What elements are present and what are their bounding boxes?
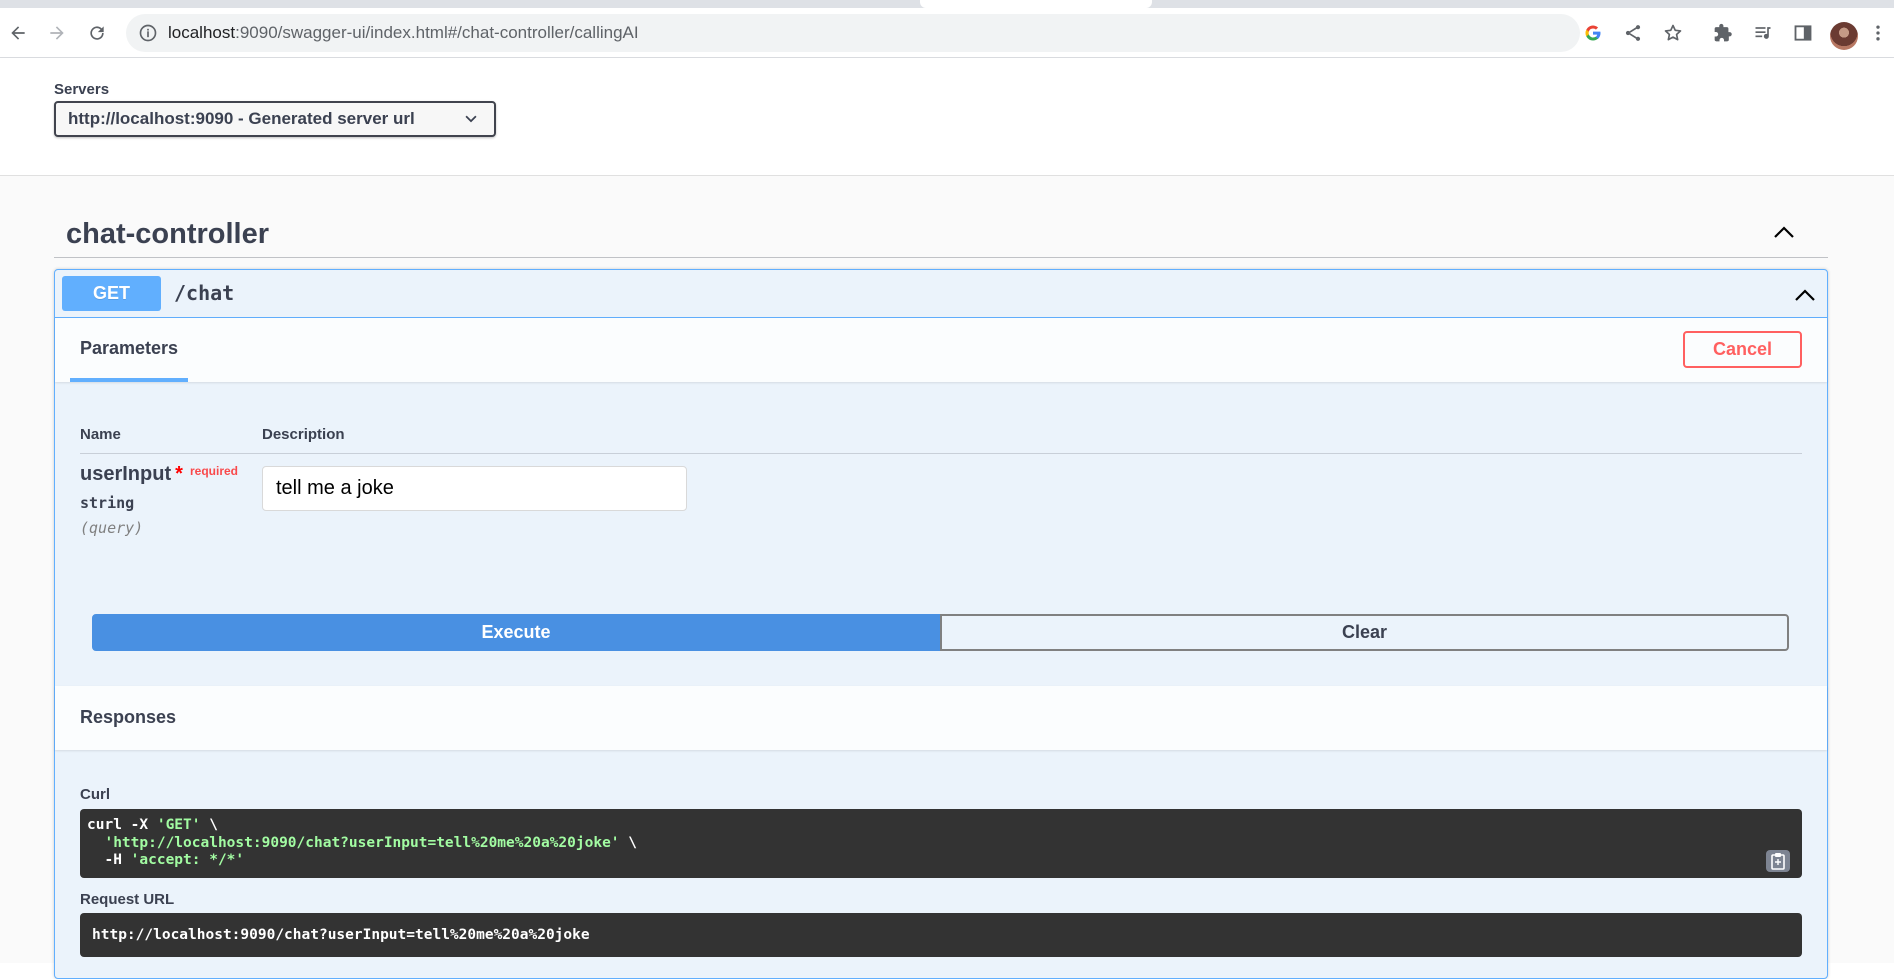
forward-button[interactable]	[42, 18, 72, 48]
swagger-body: chat-controller GET /chat Parameters Can…	[0, 176, 1894, 979]
request-url-label: Request URL	[80, 891, 175, 908]
chevron-up-icon[interactable]	[1772, 220, 1796, 244]
curl-continuation: \	[619, 834, 637, 851]
parameter-type: string	[80, 494, 135, 512]
address-bar[interactable]: localhost:9090/swagger-ui/index.html#/ch…	[126, 14, 1580, 52]
responses-title: Responses	[80, 707, 177, 727]
info-icon[interactable]	[138, 23, 158, 43]
request-url-value[interactable]: http://localhost:9090/chat?userInput=tel…	[80, 913, 1802, 957]
share-icon	[1625, 25, 1641, 41]
curl-code-block[interactable]: curl -X 'GET' \ 'http://localhost:9090/c…	[80, 809, 1802, 878]
media-controls-button[interactable]	[1748, 18, 1778, 48]
curl-url-string: 'http://localhost:9090/chat?userInput=te…	[104, 834, 620, 851]
servers-selected-value: http://localhost:9090 - Generated server…	[68, 109, 415, 128]
execute-button[interactable]: Execute	[92, 614, 940, 651]
servers-label: Servers	[54, 81, 110, 98]
tag-title: chat-controller	[66, 218, 270, 250]
bookmark-button[interactable]	[1658, 18, 1688, 48]
parameter-location: (query)	[80, 519, 144, 537]
google-icon	[1585, 25, 1601, 41]
responses-header: Responses	[55, 686, 1827, 750]
operation-path: /chat	[174, 281, 235, 305]
curl-line-1: curl -X 'GET' \	[87, 817, 218, 833]
tab-strip	[0, 0, 1894, 8]
parameter-columns: Name Description	[80, 422, 1802, 454]
curl-line-2: 'http://localhost:9090/chat?userInput=te…	[87, 835, 637, 851]
http-method-badge: GET	[62, 276, 161, 311]
side-panel-icon	[1794, 25, 1812, 41]
reload-button[interactable]	[82, 18, 112, 48]
playlist-icon	[1755, 27, 1771, 39]
side-panel-button[interactable]	[1788, 18, 1818, 48]
operation-block: GET /chat Parameters Cancel Name Descrip…	[54, 269, 1828, 979]
extensions-button[interactable]	[1708, 18, 1738, 48]
tag-section-header[interactable]: chat-controller	[54, 208, 1828, 258]
curl-command: curl -X	[87, 817, 157, 833]
curl-continuation: \	[200, 817, 218, 833]
copy-to-clipboard-icon[interactable]	[1766, 850, 1790, 872]
user-input-field[interactable]: tell me a joke	[262, 466, 687, 511]
tab-parameters[interactable]: Parameters	[70, 318, 189, 382]
arrow-right-icon	[50, 26, 64, 40]
share-button[interactable]	[1618, 18, 1648, 48]
arrow-left-icon	[11, 26, 25, 40]
back-button[interactable]	[3, 18, 33, 48]
operation-summary[interactable]: GET /chat	[55, 270, 1827, 318]
column-name: Name	[80, 426, 121, 443]
curl-header-flag: -H	[87, 852, 131, 868]
reload-icon	[90, 26, 104, 40]
column-description: Description	[262, 426, 345, 443]
star-icon	[1664, 24, 1682, 41]
curl-line-3: -H 'accept: */*'	[87, 852, 244, 868]
puzzle-icon	[1714, 23, 1732, 42]
chevron-up-icon[interactable]	[1793, 283, 1817, 307]
required-star: *	[175, 463, 183, 485]
servers-select[interactable]: http://localhost:9090 - Generated server…	[54, 101, 496, 137]
chevron-down-icon	[465, 115, 477, 123]
more-vertical-icon	[1876, 25, 1880, 41]
required-label: required	[190, 464, 239, 478]
profile-avatar[interactable]	[1830, 22, 1858, 50]
curl-indent	[87, 835, 104, 851]
curl-method-string: 'GET'	[156, 817, 201, 833]
servers-section: Servers http://localhost:9090 - Generate…	[0, 58, 1894, 176]
google-lens-button[interactable]	[1578, 18, 1608, 48]
url-host: localhost	[168, 23, 236, 42]
execute-wrapper: Execute Clear	[92, 614, 1789, 651]
clear-button[interactable]: Clear	[940, 614, 1789, 651]
cancel-button[interactable]: Cancel	[1683, 331, 1802, 368]
url-text[interactable]: localhost:9090/swagger-ui/index.html#/ch…	[168, 14, 639, 52]
url-path: :9090/swagger-ui/index.html#/chat-contro…	[235, 23, 639, 42]
menu-button[interactable]	[1866, 18, 1890, 48]
parameter-name-text: userInput	[80, 463, 172, 485]
active-tab[interactable]	[920, 0, 1152, 8]
parameters-header: Parameters Cancel	[55, 318, 1827, 382]
curl-header-string: 'accept: */*'	[130, 852, 245, 868]
browser-toolbar: localhost:9090/swagger-ui/index.html#/ch…	[0, 8, 1894, 58]
curl-label: Curl	[80, 786, 110, 803]
parameter-name: userInput *	[80, 463, 183, 486]
